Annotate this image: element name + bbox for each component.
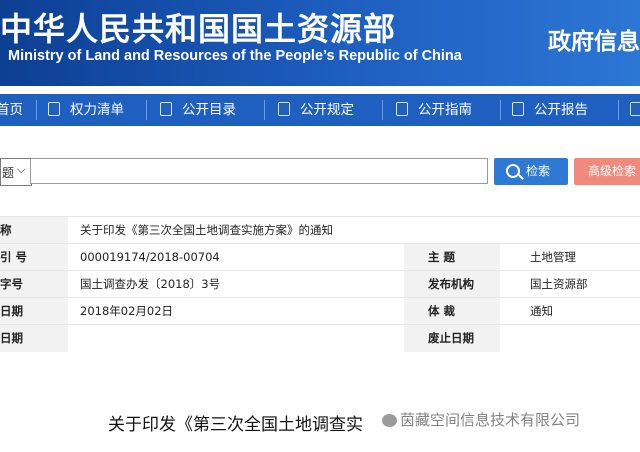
effective-date-label: 日期 [0, 324, 68, 352]
table-row: 引 号 000019174/2018-00704 主 题 土地管理 [0, 243, 640, 271]
section-title: 政府信息 [548, 29, 640, 55]
nav-divider [382, 100, 383, 120]
index-value: 000019174/2018-00704 [68, 243, 404, 271]
date-label: 日期 [0, 297, 68, 325]
select-value: 题 [2, 166, 15, 180]
nav-divider [146, 100, 147, 120]
table-row: 日期 2018年02月02日 体 裁 通知 [0, 297, 640, 325]
nav-divider [500, 100, 501, 120]
nav-item-rules[interactable]: 公开规定 [278, 94, 354, 126]
document-metadata-table: 称 关于印发《第三次全国土地调查实施方案》的通知 引 号 000019174/2… [0, 216, 640, 352]
search-icon [506, 164, 520, 178]
nav-item-label: 首页 [0, 102, 23, 118]
watermark-text: 茵藏空间信息技术有限公司 [400, 411, 581, 429]
name-value: 关于印发《第三次全国土地调查实施方案》的通知 [68, 216, 640, 244]
subject-label: 主 题 [404, 243, 500, 271]
guide-icon [396, 102, 408, 116]
site-title-en: Ministry of Land and Resources of the Pe… [8, 48, 462, 64]
advanced-search-button[interactable]: 高级检索 [574, 158, 640, 185]
site-title-cn: 中华人民共和国国土资源部 [0, 10, 397, 48]
more-icon [630, 102, 640, 116]
nav-divider [36, 100, 37, 120]
abolish-date-label: 废止日期 [404, 324, 500, 352]
subject-value: 土地管理 [500, 243, 640, 271]
nav-item-label: 公开指南 [418, 102, 472, 118]
table-row: 称 关于印发《第三次全国土地调查实施方案》的通知 [0, 216, 640, 244]
table-row: 字号 国土调查办发〔2018〕3号 发布机构 国土资源部 [0, 270, 640, 298]
search-field-select[interactable]: 题 ⌵ [0, 158, 32, 186]
search-input[interactable] [30, 158, 488, 184]
nav-item-more[interactable] [630, 94, 640, 126]
nav-item-label: 公开规定 [300, 102, 354, 118]
date-value: 2018年02月02日 [68, 297, 404, 325]
index-label: 引 号 [0, 243, 68, 271]
watermark: 茵藏空间信息技术有限公司 [382, 409, 580, 430]
nav-item-catalog[interactable]: 公开目录 [160, 94, 236, 126]
main-nav: 首页 权力清单 公开目录 公开规定 公开指南 公开报告 [0, 94, 640, 126]
nav-divider [264, 100, 265, 120]
search-button-label: 检索 [526, 164, 551, 178]
genre-label: 体 裁 [404, 297, 500, 325]
nav-item-label: 权力清单 [70, 102, 124, 118]
doc-number-value: 国土调查办发〔2018〕3号 [68, 270, 404, 298]
report-icon [512, 102, 524, 116]
catalog-icon [160, 102, 172, 116]
nav-divider [618, 100, 619, 120]
nav-item-label: 公开目录 [182, 102, 236, 118]
name-label: 称 [0, 216, 68, 244]
nav-item-home[interactable]: 首页 [0, 94, 23, 126]
search-button[interactable]: 检索 [494, 158, 568, 185]
abolish-date-value [500, 324, 640, 352]
genre-value: 通知 [500, 297, 640, 325]
nav-item-guide[interactable]: 公开指南 [396, 94, 472, 126]
document-title: 关于印发《第三次全国土地调查实 [108, 415, 363, 435]
table-row: 日期 废止日期 [0, 324, 640, 352]
wechat-icon [382, 414, 397, 427]
chevron-down-icon: ⌵ [17, 163, 26, 176]
effective-date-value [68, 324, 404, 352]
document-icon [278, 102, 290, 116]
header-banner: 中华人民共和国国土资源部 Ministry of Land and Resour… [0, 0, 640, 86]
issuer-value: 国土资源部 [500, 270, 640, 298]
nav-item-label: 公开报告 [534, 102, 588, 118]
search-bar: 题 ⌵ 检索 高级检索 [0, 158, 640, 186]
nav-item-report[interactable]: 公开报告 [512, 94, 588, 126]
issuer-label: 发布机构 [404, 270, 500, 298]
nav-item-power-list[interactable]: 权力清单 [48, 94, 124, 126]
doc-number-label: 字号 [0, 270, 68, 298]
list-icon [48, 102, 60, 116]
